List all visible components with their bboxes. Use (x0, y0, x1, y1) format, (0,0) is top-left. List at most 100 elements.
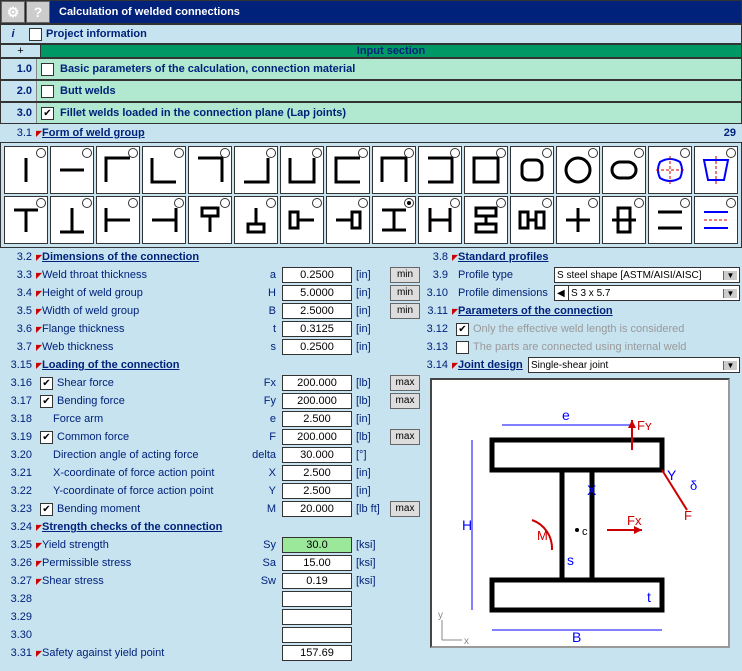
param-row: 3.23✔Bending momentM[lb ft]max (0, 500, 420, 518)
help-icon[interactable]: ? (26, 1, 50, 23)
app-title: Calculation of welded connections (51, 6, 240, 18)
max-button[interactable]: max (390, 375, 420, 391)
param-row: 3.17✔Bending forceFy[lb]max (0, 392, 420, 410)
weld-shape-8[interactable] (372, 146, 416, 194)
param-row: 3.20 Direction angle of acting forcedelt… (0, 446, 420, 464)
weld-shape-12[interactable] (556, 146, 600, 194)
weld-shape-6[interactable] (280, 146, 324, 194)
param-row: 3.6◤Flange thicknesst[in] (0, 320, 420, 338)
section-2[interactable]: 2.0 Butt welds (0, 80, 742, 102)
weld-shape-13[interactable] (602, 146, 646, 194)
param-row: 3.19✔Common forceF[lb]max (0, 428, 420, 446)
min-button[interactable]: min (390, 285, 420, 301)
weld-shape-5[interactable] (234, 146, 278, 194)
value-input[interactable] (282, 375, 352, 391)
value-input[interactable] (282, 645, 352, 661)
project-info-checkbox[interactable] (29, 28, 42, 41)
weld-shape-30[interactable] (648, 196, 692, 244)
weld-shape-1[interactable] (50, 146, 94, 194)
max-button[interactable]: max (390, 501, 420, 517)
row-checkbox[interactable]: ✔ (40, 503, 53, 516)
value-input[interactable] (282, 429, 352, 445)
profile-dim-prev[interactable]: ◀ (554, 285, 568, 301)
weld-shape-19[interactable] (142, 196, 186, 244)
weld-shape-16[interactable] (4, 196, 48, 244)
app-icon[interactable]: ⚙ (1, 1, 25, 23)
project-info-label: Project information (46, 28, 147, 40)
row-checkbox[interactable]: ✔ (40, 395, 53, 408)
weld-shape-0[interactable] (4, 146, 48, 194)
value-input[interactable] (282, 465, 352, 481)
row-checkbox[interactable]: ✔ (40, 431, 53, 444)
svg-text:x: x (464, 636, 469, 647)
section-1[interactable]: 1.0 Basic parameters of the calculation,… (0, 58, 742, 80)
profile-type-select[interactable]: S steel shape [ASTM/AISI/AISC]▼ (554, 267, 740, 283)
param-row: 3.28 (0, 590, 420, 608)
max-button[interactable]: max (390, 429, 420, 445)
max-button[interactable]: max (390, 393, 420, 409)
value-input[interactable] (282, 411, 352, 427)
weld-shape-7[interactable] (326, 146, 370, 194)
value-input[interactable] (282, 591, 352, 607)
weld-shape-10[interactable] (464, 146, 508, 194)
param-row: 3.30 (0, 626, 420, 644)
value-input[interactable] (282, 555, 352, 571)
weld-shape-26[interactable] (464, 196, 508, 244)
weld-shape-2[interactable] (96, 146, 140, 194)
value-input[interactable] (282, 447, 352, 463)
value-input[interactable] (282, 573, 352, 589)
value-input[interactable] (282, 501, 352, 517)
weld-shape-grid (0, 142, 742, 248)
weld-shape-28[interactable] (556, 196, 600, 244)
section-2-checkbox[interactable] (41, 85, 54, 98)
value-input[interactable] (282, 609, 352, 625)
expand-plus[interactable]: + (1, 45, 41, 57)
weld-shape-3[interactable] (142, 146, 186, 194)
svg-text:t: t (647, 589, 651, 605)
value-input[interactable] (282, 483, 352, 499)
weld-shape-4[interactable] (188, 146, 232, 194)
value-input[interactable] (282, 537, 352, 553)
value-input[interactable] (282, 267, 352, 283)
weld-shape-23[interactable] (326, 196, 370, 244)
form-weld-head: 3.1 ◤ Form of weld group 29 (0, 124, 742, 142)
weld-shape-17[interactable] (50, 196, 94, 244)
profile-dim-select[interactable]: S 3 x 5.7▼ (568, 285, 740, 301)
weld-shape-14[interactable] (648, 146, 692, 194)
weld-shape-21[interactable] (234, 196, 278, 244)
section-3[interactable]: 3.0 ✔ Fillet welds loaded in the connect… (0, 102, 742, 124)
value-input[interactable] (282, 393, 352, 409)
min-button[interactable]: min (390, 267, 420, 283)
weld-shape-27[interactable] (510, 196, 554, 244)
input-section-label: Input section (41, 45, 741, 57)
weld-shape-9[interactable] (418, 146, 462, 194)
section-1-checkbox[interactable] (41, 63, 54, 76)
svg-text:y: y (438, 610, 443, 621)
joint-design-select[interactable]: Single-shear joint▼ (528, 357, 740, 373)
dimensions-head: 3.2◤ Dimensions of the connection (0, 248, 420, 266)
weld-shape-15[interactable] (694, 146, 738, 194)
value-input[interactable] (282, 339, 352, 355)
svg-text:δ: δ (690, 478, 697, 493)
weld-shape-25[interactable] (418, 196, 462, 244)
value-input[interactable] (282, 303, 352, 319)
p312-checkbox[interactable]: ✔ (456, 323, 469, 336)
weld-shape-29[interactable] (602, 196, 646, 244)
svg-text:H: H (462, 517, 472, 533)
section-3-checkbox[interactable]: ✔ (41, 107, 54, 120)
value-input[interactable] (282, 285, 352, 301)
weld-shape-11[interactable] (510, 146, 554, 194)
weld-shape-31[interactable] (694, 196, 738, 244)
project-info-row: i Project information (0, 24, 742, 44)
weld-shape-18[interactable] (96, 196, 140, 244)
param-row: 3.16✔Shear forceFx[lb]max (0, 374, 420, 392)
param-row: 3.26◤Permissible stressSa[ksi] (0, 554, 420, 572)
min-button[interactable]: min (390, 303, 420, 319)
weld-shape-20[interactable] (188, 196, 232, 244)
weld-shape-24[interactable] (372, 196, 416, 244)
p313-checkbox[interactable] (456, 341, 469, 354)
value-input[interactable] (282, 627, 352, 643)
value-input[interactable] (282, 321, 352, 337)
row-checkbox[interactable]: ✔ (40, 377, 53, 390)
weld-shape-22[interactable] (280, 196, 324, 244)
